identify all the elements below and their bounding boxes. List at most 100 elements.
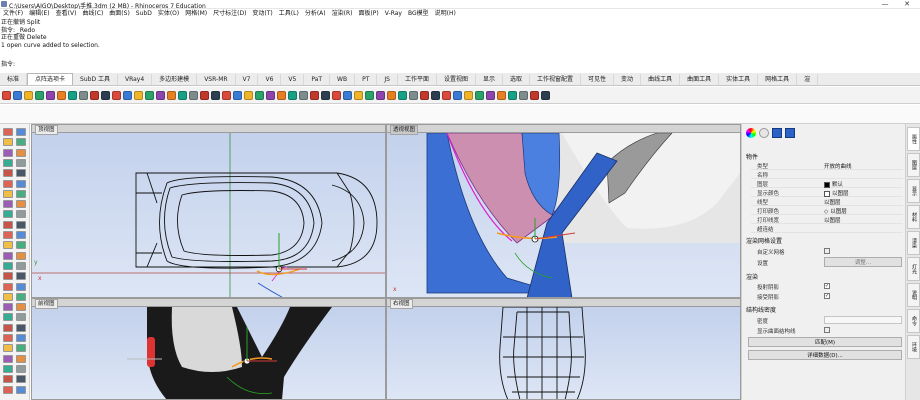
density-field[interactable] — [824, 316, 902, 324]
loft-icon[interactable] — [277, 90, 286, 100]
viewport-perspective[interactable]: 透视视图 x — [386, 124, 741, 298]
import-icon[interactable] — [46, 90, 55, 100]
tool-icon[interactable] — [3, 210, 13, 219]
fillet-icon[interactable] — [321, 90, 330, 100]
tool-icon[interactable] — [3, 231, 13, 239]
tool-icon[interactable] — [16, 282, 26, 291]
render-icon[interactable] — [475, 90, 484, 100]
tool-icon[interactable] — [16, 241, 26, 250]
color-wheel-icon[interactable] — [746, 128, 756, 138]
circle-icon[interactable] — [211, 90, 220, 100]
polyline-icon[interactable] — [200, 90, 209, 100]
tool-icon[interactable] — [3, 128, 13, 136]
adjust-button[interactable]: 调整... — [824, 257, 902, 267]
tool-icon[interactable] — [3, 241, 13, 250]
tool-icon[interactable] — [16, 375, 26, 384]
tab-select[interactable]: 选取 — [503, 74, 531, 85]
decal-icon[interactable] — [785, 128, 795, 138]
tool-icon[interactable] — [16, 210, 26, 219]
panel-tab-help[interactable]: 说明 — [907, 283, 920, 307]
panel-tab-layers[interactable]: 图层 — [907, 153, 920, 177]
light-icon[interactable] — [759, 128, 769, 138]
move-icon[interactable] — [431, 90, 440, 100]
cut-icon[interactable] — [57, 90, 66, 100]
scale-icon[interactable] — [420, 90, 429, 100]
tool-icon[interactable] — [16, 220, 26, 229]
tool-icon[interactable] — [16, 231, 26, 239]
tab-surface-tools[interactable]: 曲面工具 — [680, 74, 720, 85]
new-icon[interactable] — [2, 90, 11, 100]
tab-pat[interactable]: PaT — [304, 74, 331, 85]
tab-mesh-tools[interactable]: 网格工具 — [758, 74, 798, 85]
rectangle-icon[interactable] — [233, 90, 242, 100]
points-icon[interactable] — [178, 90, 187, 100]
menu-edit[interactable]: 编辑(E) — [26, 9, 52, 19]
ellipse-icon[interactable] — [244, 90, 253, 100]
undo-icon[interactable] — [90, 90, 99, 100]
tab-v7[interactable]: V7 — [236, 74, 259, 85]
tool-icon[interactable] — [16, 179, 26, 188]
receive-shadows-checkbox[interactable]: ✓ — [824, 293, 830, 299]
tool-icon[interactable] — [3, 189, 13, 198]
menu-analyze[interactable]: 分析(A) — [302, 9, 329, 19]
tab-v6[interactable]: V6 — [258, 74, 282, 85]
curve-icon[interactable] — [189, 90, 198, 100]
show-isocurves-checkbox[interactable] — [824, 327, 830, 333]
tab-display[interactable]: 显示 — [476, 74, 503, 85]
tool-icon[interactable] — [16, 354, 26, 363]
panel-tab-render[interactable]: 渲染 — [907, 231, 920, 255]
tool-icon[interactable] — [16, 292, 26, 301]
tool-icon[interactable] — [16, 364, 26, 373]
tool-icon[interactable] — [3, 148, 13, 157]
viewport-label-perspective[interactable]: 透视视图 — [390, 125, 419, 135]
texture-map-icon[interactable] — [772, 128, 782, 138]
tab-pt[interactable]: PT — [355, 74, 378, 85]
viewport-front[interactable]: 前视图 — [31, 298, 386, 400]
tool-icon[interactable] — [16, 323, 26, 332]
menu-panels[interactable]: 面板(P) — [355, 9, 381, 19]
menu-subd[interactable]: SubD — [133, 9, 155, 19]
surface-icon[interactable] — [255, 90, 264, 100]
snap-icon[interactable] — [541, 90, 550, 100]
tool-icon[interactable] — [16, 189, 26, 198]
tool-icon[interactable] — [16, 344, 26, 353]
tool-icon[interactable] — [16, 128, 26, 136]
properties-icon[interactable] — [464, 90, 473, 100]
match-button[interactable]: 匹配(M) — [748, 337, 902, 347]
tool-icon[interactable] — [3, 303, 13, 312]
tool-icon[interactable] — [3, 323, 13, 332]
tab-render[interactable]: 渲 — [797, 74, 819, 85]
pan-icon[interactable] — [112, 90, 121, 100]
menu-dimension[interactable]: 尺寸标注(D) — [210, 9, 249, 19]
menu-surface[interactable]: 曲面(S) — [106, 9, 133, 19]
menu-curve[interactable]: 曲线(C) — [79, 9, 106, 19]
tab-curve-tools[interactable]: 曲线工具 — [641, 74, 681, 85]
menu-view[interactable]: 查看(V) — [53, 9, 80, 19]
tool-icon[interactable] — [16, 272, 26, 281]
text-icon[interactable] — [530, 90, 539, 100]
tool-icon[interactable] — [16, 169, 26, 178]
panel-tab-properties[interactable]: 属性 — [907, 127, 920, 151]
tool-icon[interactable] — [3, 354, 13, 363]
tab-js[interactable]: JS — [377, 74, 398, 85]
tool-icon[interactable] — [16, 385, 26, 394]
print-icon[interactable] — [35, 90, 44, 100]
command-prompt[interactable]: 指令: — [0, 61, 920, 69]
tab-solid-tools[interactable]: 实体工具 — [719, 74, 759, 85]
boolean-icon[interactable] — [310, 90, 319, 100]
prop-row-linetype[interactable]: 线型 以图层 — [751, 197, 903, 206]
analyze-icon[interactable] — [508, 90, 517, 100]
prop-row-name[interactable]: 名称 — [751, 170, 903, 179]
menu-mesh[interactable]: 网格(M) — [182, 9, 210, 19]
viewport-label-front[interactable]: 前视图 — [35, 299, 58, 309]
prop-row-print-width[interactable]: 打印线宽 以图层 — [751, 215, 903, 224]
light-icon[interactable] — [497, 90, 506, 100]
panel-tab-commands[interactable]: 命令 — [907, 309, 920, 333]
panel-tab-environment[interactable]: 环境 — [907, 335, 920, 359]
tool-icon[interactable] — [3, 313, 13, 322]
viewport-label-right[interactable]: 右视图 — [390, 299, 413, 309]
explode-icon[interactable] — [365, 90, 374, 100]
viewport-top[interactable]: 顶视图 x y — [31, 124, 386, 298]
menu-render[interactable]: 渲染(R) — [329, 9, 356, 19]
extrude-icon[interactable] — [266, 90, 275, 100]
